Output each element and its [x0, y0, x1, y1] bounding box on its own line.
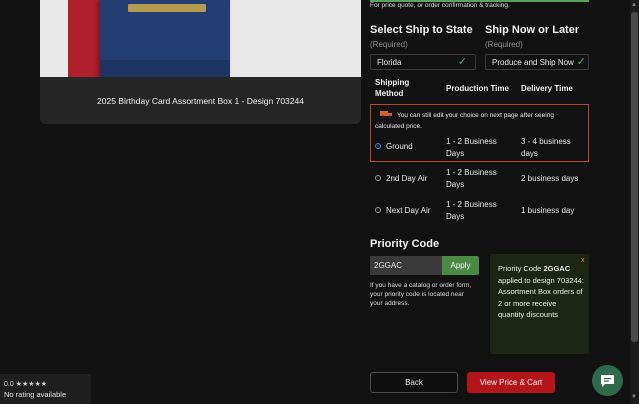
check-icon: ✓ [457, 56, 467, 68]
priority-popup-message: Priority Code 2GGAC applied to design 70… [498, 263, 584, 321]
production-2nd-day-l2: Days [446, 180, 465, 189]
popup-code: 2GGAC [543, 264, 571, 273]
back-button[interactable]: Back [370, 372, 458, 393]
ship-state-title: Select Ship to State [370, 24, 473, 36]
catalog-note: If you have a catalog or order form, you… [370, 282, 472, 307]
view-price-cart-button[interactable]: View Price & Cart [467, 372, 555, 393]
ship-time-select[interactable]: Produce and Ship Now ✓ [485, 54, 589, 70]
header-shipping-method-line2: Method [375, 89, 404, 98]
method-ground: Ground [386, 142, 413, 151]
ship-state-value: Florida [377, 58, 402, 67]
edit-choice-note: You can still edit your choice on next p… [375, 112, 554, 130]
method-2nd-day-air: 2nd Day Air [386, 174, 428, 183]
radio-ground[interactable] [375, 143, 381, 149]
ship-state-select[interactable]: Florida ✓ [370, 54, 476, 70]
quote-note: For price quote, or order confirmation &… [370, 2, 510, 9]
header-delivery-time: Delivery Time [521, 84, 573, 93]
ship-state-required: (Required) [370, 40, 408, 49]
popup-text-prefix: Priority Code [498, 264, 544, 273]
production-2nd-day-l1: 1 - 2 Business [446, 168, 497, 177]
page-scrollbar[interactable]: ▲ ▼ [630, 0, 639, 404]
header-shipping-method-line1: Shipping [375, 78, 410, 87]
scroll-down-icon[interactable]: ▼ [631, 394, 637, 400]
priority-code-input[interactable]: 2GGAC [370, 256, 442, 275]
priority-code-title: Priority Code [370, 238, 440, 250]
production-next-day-l1: 1 - 2 Business [446, 200, 497, 209]
method-next-day-air: Next Day Air [386, 206, 431, 215]
product-title: 2025 Birthday Card Assortment Box 1 - De… [97, 96, 304, 106]
rating-stars: 0.0 ★★★★★ [4, 381, 48, 388]
ship-time-required: (Required) [485, 40, 523, 49]
radio-2nd-day-air[interactable] [375, 175, 381, 181]
folder-pocket-graphic [100, 60, 230, 77]
chat-icon [601, 375, 614, 387]
priority-code-popup: x Priority Code 2GGAC applied to design … [490, 254, 589, 354]
rating-badge[interactable]: 0.0 ★★★★★ No rating available [0, 374, 91, 404]
radio-next-day-air[interactable] [375, 207, 381, 213]
header-production-time: Production Time [446, 84, 509, 93]
ship-time-value: Produce and Ship Now [492, 58, 574, 67]
delivery-next-day: 1 business day [521, 206, 575, 215]
production-next-day-l2: Days [446, 212, 465, 221]
check-icon: ✓ [576, 56, 586, 68]
delivery-2nd-day: 2 business days [521, 174, 579, 183]
popup-text-suffix: applied to design 703244: Assortment Box… [498, 275, 584, 320]
rating-text: No rating available [4, 390, 67, 399]
gold-foil-graphic [128, 4, 206, 12]
delivery-ground-l1: 3 - 4 business [521, 137, 571, 146]
delivery-ground-l2: days [521, 149, 538, 158]
scroll-thumb[interactable] [631, 12, 638, 342]
product-image [40, 0, 361, 77]
chat-button[interactable] [592, 365, 623, 396]
product-card: 2025 Birthday Card Assortment Box 1 - De… [40, 0, 361, 124]
scroll-up-icon[interactable]: ▲ [631, 2, 637, 8]
apply-button[interactable]: Apply [442, 256, 479, 275]
ship-time-title: Ship Now or Later [485, 24, 580, 36]
production-ground-l2: Days [446, 149, 465, 158]
production-ground-l1: 1 - 2 Business [446, 137, 497, 146]
